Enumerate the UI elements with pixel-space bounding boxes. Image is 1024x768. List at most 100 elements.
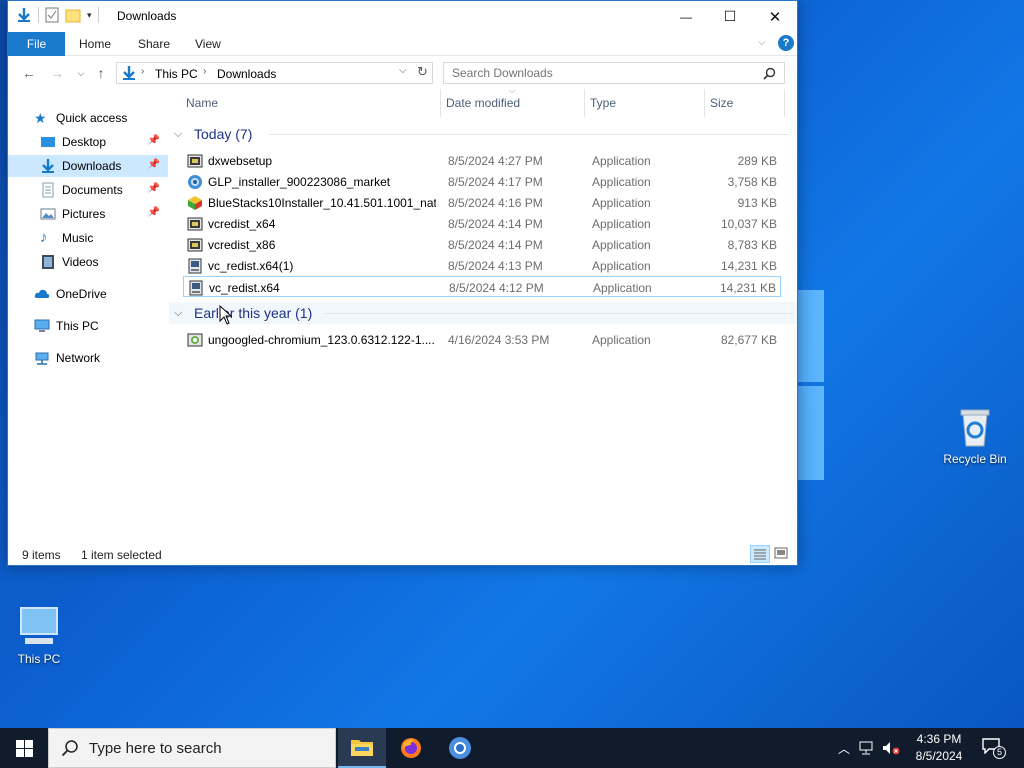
title-bar[interactable]: ▾ Downloads — ☐ ✕ xyxy=(8,1,797,32)
column-header-name[interactable]: Name xyxy=(186,89,218,117)
file-date: 8/5/2024 4:17 PM xyxy=(448,175,543,189)
mouse-cursor-icon xyxy=(219,305,233,325)
nav-item-quick-access[interactable]: ★ Quick access xyxy=(8,107,168,129)
status-item-count: 9 items xyxy=(22,548,61,562)
file-size: 8,783 KB xyxy=(727,238,777,252)
volume-muted-icon[interactable] xyxy=(882,741,900,755)
action-center-button[interactable]: 5 xyxy=(982,738,1006,759)
computer-icon xyxy=(34,318,50,334)
ribbon-tabs: File Home Share View ⌵ ? xyxy=(8,32,797,56)
table-row[interactable]: vcredist_x64 8/5/2024 4:14 PM Applicatio… xyxy=(183,213,781,234)
search-icon xyxy=(61,740,78,757)
globe-app-icon xyxy=(188,175,202,189)
file-size: 14,231 KB xyxy=(720,259,777,273)
this-pc-label: This PC xyxy=(17,652,61,666)
desktop-icon xyxy=(40,134,56,150)
maximize-icon: ☐ xyxy=(723,8,737,24)
nav-item-pictures[interactable]: Pictures 📌 xyxy=(8,203,168,225)
minimize-button[interactable]: — xyxy=(663,1,709,32)
pin-icon: 📌 xyxy=(147,135,160,146)
recycle-bin-label: Recycle Bin xyxy=(943,452,1007,466)
maximize-button[interactable]: ☐ xyxy=(707,1,753,32)
column-separator xyxy=(440,89,441,117)
address-history-chevron-icon[interactable]: ⌵ xyxy=(399,65,407,76)
nav-item-downloads[interactable]: Downloads 📌 xyxy=(8,155,168,177)
up-arrow-icon[interactable]: ↑ xyxy=(92,65,110,81)
file-name: dxwebsetup xyxy=(208,154,273,168)
group-header-earlier-this-year[interactable]: ⌵ Earlier this year (1) xyxy=(169,302,797,324)
start-button[interactable] xyxy=(0,728,48,768)
nav-item-network[interactable]: Network xyxy=(8,347,168,369)
network-icon xyxy=(34,350,50,366)
taskbar-search-placeholder: Type here to search xyxy=(89,740,222,757)
taskbar-clock[interactable]: 4:36 PM 8/5/2024 xyxy=(904,731,974,765)
file-size: 10,037 KB xyxy=(720,217,777,231)
file-type: Application xyxy=(592,217,651,231)
forward-arrow-icon[interactable]: → xyxy=(48,65,66,81)
file-name: GLP_installer_900223086_market xyxy=(208,175,391,189)
tab-view[interactable]: View xyxy=(183,32,233,56)
tab-file[interactable]: File xyxy=(8,32,65,56)
table-row[interactable]: dxwebsetup 8/5/2024 4:27 PM Application … xyxy=(183,150,781,171)
system-tray: ︿ xyxy=(838,728,900,768)
file-list: Name Date modified ⌵ Type Size ⌵ Today (… xyxy=(169,86,797,539)
customize-toolbar-chevron-icon[interactable]: ▾ xyxy=(87,10,92,21)
nav-item-desktop[interactable]: Desktop 📌 xyxy=(8,131,168,153)
expand-ribbon-chevron-icon[interactable]: ⌵ xyxy=(758,37,766,48)
taskbar-file-explorer[interactable] xyxy=(338,728,386,768)
recent-locations-chevron-icon[interactable]: ⌵ xyxy=(72,65,90,81)
table-row[interactable]: vc_redist.x64(1) 8/5/2024 4:13 PM Applic… xyxy=(183,255,781,276)
close-button[interactable]: ✕ xyxy=(752,1,798,32)
computer-icon xyxy=(17,604,61,648)
column-header-type[interactable]: Type xyxy=(590,89,616,117)
table-row[interactable]: vcredist_x86 8/5/2024 4:14 PM Applicatio… xyxy=(183,234,781,255)
search-icon xyxy=(763,67,776,80)
folder-icon xyxy=(351,740,373,756)
firefox-icon xyxy=(401,738,421,758)
tab-home[interactable]: Home xyxy=(67,32,123,56)
search-box[interactable] xyxy=(443,62,785,84)
desktop-icon-recycle-bin[interactable]: Recycle Bin xyxy=(937,404,1013,466)
large-icons-view-icon[interactable] xyxy=(774,547,788,562)
refresh-icon[interactable]: ↻ xyxy=(417,64,428,80)
breadcrumb-separator-icon: › xyxy=(141,66,145,77)
new-folder-icon[interactable] xyxy=(65,7,81,23)
pin-icon: 📌 xyxy=(147,183,160,194)
pin-icon: 📌 xyxy=(147,159,160,170)
address-field[interactable]: › This PC › Downloads ⌵ ↻ xyxy=(116,62,433,84)
network-status-icon[interactable] xyxy=(858,741,874,755)
nav-item-documents[interactable]: Documents 📌 xyxy=(8,179,168,201)
breadcrumb-downloads[interactable]: Downloads xyxy=(217,67,276,81)
column-header-size[interactable]: Size xyxy=(710,89,733,117)
group-label: Today (7) xyxy=(194,126,253,142)
taskbar-chromium[interactable] xyxy=(436,728,484,768)
search-input[interactable] xyxy=(452,63,752,83)
properties-icon[interactable] xyxy=(45,7,59,23)
installer-app-icon xyxy=(187,217,203,231)
address-toolbar: ← → ⌵ ↑ › This PC › Downloads ⌵ ↻ xyxy=(8,57,797,89)
column-separator xyxy=(704,89,705,117)
table-row[interactable]: BlueStacks10Installer_10.41.501.1001_nat… xyxy=(183,192,781,213)
taskbar-search-box[interactable]: Type here to search xyxy=(48,728,336,768)
nav-label: Desktop xyxy=(62,135,107,149)
tab-share[interactable]: Share xyxy=(126,32,182,56)
nav-item-videos[interactable]: Videos xyxy=(8,251,168,273)
file-type: Application xyxy=(592,196,651,210)
details-view-icon[interactable] xyxy=(750,545,770,563)
nav-item-onedrive[interactable]: OneDrive xyxy=(8,283,168,305)
help-icon[interactable]: ? xyxy=(778,35,794,51)
breadcrumb-this-pc[interactable]: This PC xyxy=(155,67,198,81)
nav-item-this-pc[interactable]: This PC xyxy=(8,315,168,337)
show-hidden-icons-chevron-icon[interactable]: ︿ xyxy=(838,740,850,757)
nav-item-music[interactable]: ♪ Music xyxy=(8,227,168,249)
group-header-today[interactable]: ⌵ Today (7) xyxy=(174,123,789,145)
table-row-selected[interactable]: vc_redist.x64 8/5/2024 4:12 PM Applicati… xyxy=(183,276,781,297)
installer-app-icon xyxy=(187,154,203,168)
table-row[interactable]: ungoogled-chromium_123.0.6312.122-1.... … xyxy=(183,329,781,350)
file-type: Application xyxy=(592,154,651,168)
back-arrow-icon[interactable]: ← xyxy=(20,65,38,81)
pin-icon: 📌 xyxy=(147,207,160,218)
table-row[interactable]: GLP_installer_900223086_market 8/5/2024 … xyxy=(183,171,781,192)
taskbar-firefox[interactable] xyxy=(387,728,435,768)
desktop-icon-this-pc[interactable]: This PC xyxy=(1,604,77,666)
